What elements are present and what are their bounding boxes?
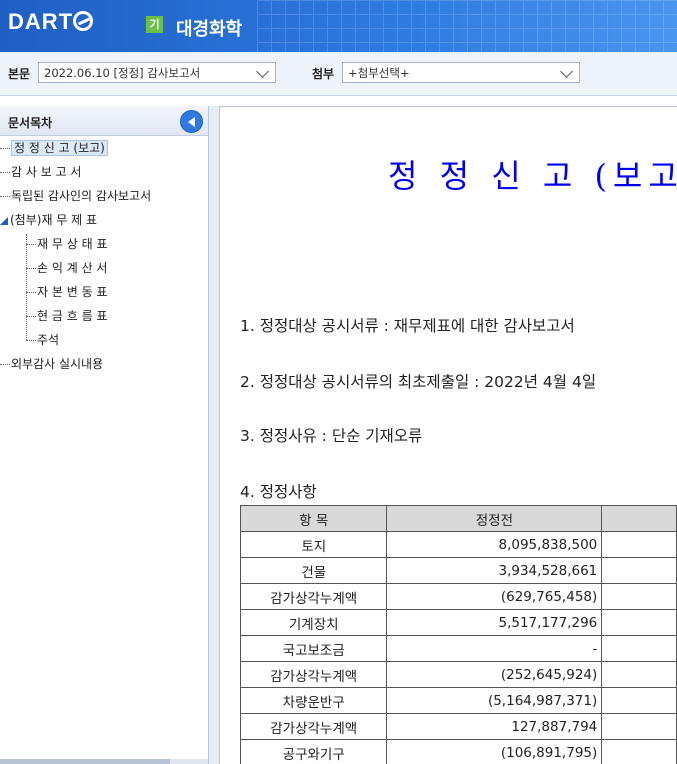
row-item: 건물 [239, 557, 388, 584]
tree-connector [0, 148, 10, 149]
attach-select-value: +첨부선택+ [348, 66, 410, 80]
row-before-value: 3,934,528,661 [386, 557, 603, 584]
main-doc-select[interactable]: 2022.06.10 [정정] 감사보고서 [38, 62, 276, 83]
table-row: 감가상각누계액 127,887,794 [239, 713, 677, 740]
row-after-value [601, 557, 677, 584]
tree-connector [26, 316, 36, 317]
row-item: 감가상각누계액 [239, 583, 388, 610]
document-title: 정 정 신 고 (보고 [388, 157, 677, 195]
header-grid-decoration [257, 0, 677, 52]
dart-logo[interactable]: DART [8, 9, 94, 35]
toc-item-label: (첨부)재 무 제 표 [10, 213, 98, 227]
attach-select[interactable]: +첨부선택+ [342, 62, 580, 83]
row-after-value [601, 661, 677, 688]
collapse-sidebar-button[interactable] [180, 110, 203, 133]
table-header-row: 항 목 정정전 [239, 505, 677, 532]
toc-item-label: 손 익 계 산 서 [37, 261, 108, 275]
toc-item-label: 독립된 감사인의 감사보고서 [11, 189, 152, 203]
row-after-value [601, 739, 677, 764]
table-row: 감가상각누계액 (252,645,924) [239, 661, 677, 688]
company-name: 대경화학 [176, 19, 243, 40]
scrollbar-thumb[interactable] [0, 759, 170, 764]
row-item: 토지 [239, 531, 388, 558]
toc-item-correction-report[interactable]: 정 정 신 고 (보고) [0, 138, 108, 158]
toc-item-label: 주석 [37, 333, 60, 347]
row-after-value [601, 531, 677, 558]
row-after-value [601, 713, 677, 740]
tree-connector [26, 340, 36, 341]
correction-reason: 3. 정정사유 : 단순 기재오류 [240, 427, 423, 445]
table-row: 기계장치 5,517,177,296 [239, 609, 677, 636]
app-header: DART 기 대경화학 [0, 0, 677, 52]
table-row: 건물 3,934,528,661 [239, 557, 677, 584]
row-item: 차량운반구 [239, 687, 388, 714]
correction-table: 항 목 정정전 토지 8,095,838,500 건물 3,934,528,661 … [239, 505, 677, 764]
row-before-value: (252,645,924) [386, 661, 603, 688]
row-item: 공구와기구 [239, 739, 388, 764]
tree-connector [26, 292, 36, 293]
toc-item-balance-sheet[interactable]: 재 무 상 태 표 [26, 234, 107, 254]
toc-item-external-audit[interactable]: 외부감사 실시내용 [0, 354, 103, 374]
row-before-value: (5,164,987,371) [386, 687, 603, 714]
tree-connector [0, 172, 10, 173]
toc-sidebar: 문서목차 정 정 신 고 (보고) 감 사 보 고 서 독립된 감사인의 감사보… [0, 106, 209, 764]
tree-connector [0, 196, 10, 197]
toc-item-label: 재 무 상 태 표 [37, 237, 108, 251]
toc-title: 문서목차 [8, 116, 53, 130]
row-item: 기계장치 [239, 609, 388, 636]
document-toolbar: 본문 2022.06.10 [정정] 감사보고서 첨부 +첨부선택+ [0, 52, 677, 96]
main-doc-label: 본문 [8, 67, 31, 81]
row-before-value: - [386, 635, 603, 662]
table-header-after [601, 505, 677, 532]
sidebar-horizontal-scrollbar[interactable] [0, 759, 208, 764]
row-before-value: 127,887,794 [386, 713, 603, 740]
toc-item-label: 자 본 변 동 표 [37, 285, 108, 299]
toc-item-audit-report[interactable]: 감 사 보 고 서 [0, 162, 81, 182]
table-row: 감가상각누계액 (629,765,458) [239, 583, 677, 610]
row-item: 감가상각누계액 [239, 661, 388, 688]
market-badge: 기 [146, 16, 163, 33]
toc-item-independent-auditor-report[interactable]: 독립된 감사인의 감사보고서 [0, 186, 151, 206]
logo-circle-icon [73, 11, 94, 31]
original-filing-date: 2. 정정대상 공시서류의 최초제출일 : 2022년 4월 4일 [240, 373, 597, 391]
toc-item-cash-flow[interactable]: 현 금 흐 름 표 [26, 306, 107, 326]
table-header-item: 항 목 [239, 505, 388, 532]
row-after-value [601, 687, 677, 714]
toc-item-label: 현 금 흐 름 표 [37, 309, 108, 323]
attach-label: 첨부 [312, 67, 335, 81]
tree-connector [26, 244, 36, 245]
tree-connector [26, 268, 36, 269]
toc-item-notes[interactable]: 주석 [26, 330, 59, 350]
row-item: 국고보조금 [239, 635, 388, 662]
document-viewer: 정 정 신 고 (보고 1. 정정대상 공시서류 : 재무제표에 대한 감사보고… [219, 106, 677, 764]
toc-item-label: 정 정 신 고 (보고) [11, 140, 108, 156]
row-before-value: 8,095,838,500 [386, 531, 603, 558]
tree-connector [0, 364, 10, 365]
splitter[interactable] [209, 106, 219, 764]
correction-items-heading: 4. 정정사항 [240, 483, 317, 501]
correction-target-doc: 1. 정정대상 공시서류 : 재무제표에 대한 감사보고서 [240, 317, 575, 335]
row-after-value [601, 609, 677, 636]
toc-item-equity-statement[interactable]: 자 본 변 동 표 [26, 282, 107, 302]
table-row: 토지 8,095,838,500 [239, 531, 677, 558]
expanded-triangle-icon[interactable] [0, 216, 8, 225]
toc-item-label: 감 사 보 고 서 [11, 165, 82, 179]
chevron-down-icon [256, 65, 269, 78]
toc-item-financial-statements[interactable]: (첨부)재 무 제 표 [0, 210, 97, 230]
row-after-value [601, 583, 677, 610]
row-before-value: 5,517,177,296 [386, 609, 603, 636]
row-after-value [601, 635, 677, 662]
table-row: 공구와기구 (106,891,795) [239, 739, 677, 764]
chevron-down-icon [560, 65, 573, 78]
table-header-before: 정정전 [386, 505, 603, 532]
toc-header: 문서목차 [0, 106, 208, 136]
table-row: 국고보조금 - [239, 635, 677, 662]
row-before-value: (629,765,458) [386, 583, 603, 610]
row-before-value: (106,891,795) [386, 739, 603, 764]
main-doc-select-value: 2022.06.10 [정정] 감사보고서 [44, 66, 201, 80]
toc-item-income-statement[interactable]: 손 익 계 산 서 [26, 258, 107, 278]
toc-item-label: 외부감사 실시내용 [11, 357, 104, 371]
table-row: 차량운반구 (5,164,987,371) [239, 687, 677, 714]
row-item: 감가상각누계액 [239, 713, 388, 740]
